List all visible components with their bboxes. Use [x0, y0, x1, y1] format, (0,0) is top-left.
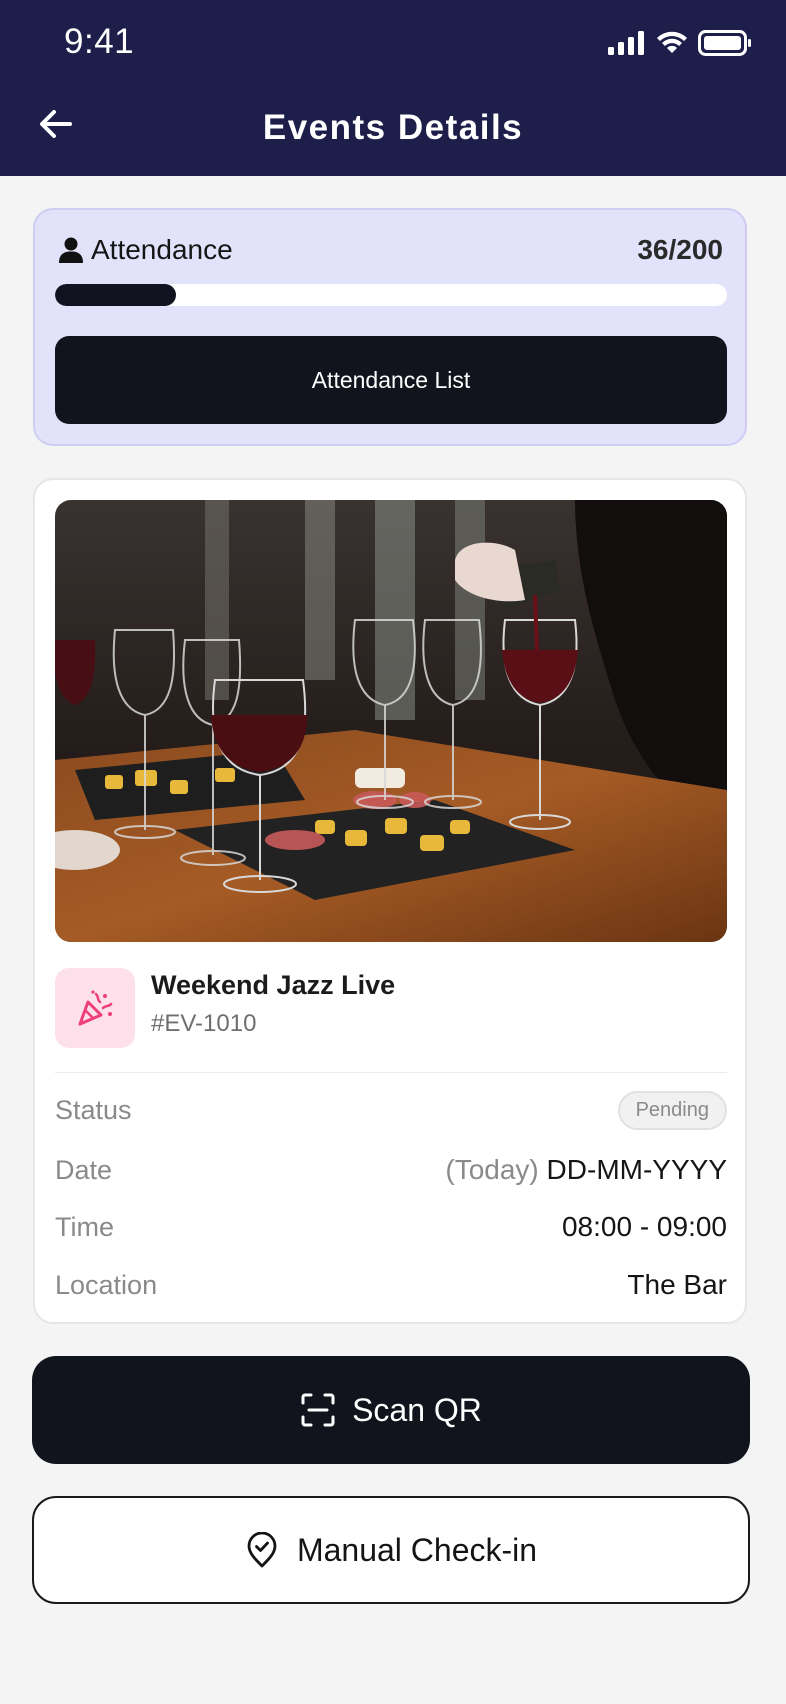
- location-value: The Bar: [627, 1269, 727, 1300]
- event-photo: [55, 500, 727, 942]
- battery-icon: [698, 30, 751, 56]
- scan-qr-button[interactable]: Scan QR: [32, 1356, 750, 1464]
- signal-icon: [608, 31, 644, 55]
- status-row: Status Pending: [55, 1090, 727, 1130]
- date-value-group: (Today) DD-MM-YYYY: [445, 1154, 727, 1186]
- attendance-card: Attendance 36/200 Attendance List: [33, 208, 747, 446]
- time-value: 08:00 - 09:00: [561, 1211, 727, 1242]
- date-row: Date (Today) DD-MM-YYYY: [55, 1150, 727, 1190]
- page-title: Events Details: [262, 108, 524, 147]
- app-header: 9:41 Events Details: [0, 0, 786, 176]
- attendance-list-button[interactable]: Attendance List: [55, 336, 727, 424]
- scan-qr-label: Scan QR: [352, 1391, 482, 1428]
- attendance-progress-bar: [55, 284, 727, 306]
- status-icons: [606, 30, 752, 56]
- location-row: Location The Bar: [55, 1265, 727, 1305]
- event-name: Weekend Jazz Live: [151, 970, 396, 1000]
- manual-check-in-button[interactable]: Manual Check-in: [32, 1496, 750, 1604]
- attendance-progress-fill: [55, 284, 176, 306]
- scan-qr-icon: [301, 1393, 335, 1427]
- user-icon: [59, 237, 83, 263]
- time-label: Time: [55, 1211, 114, 1242]
- manual-check-in-label: Manual Check-in: [296, 1531, 538, 1568]
- party-popper-icon: [78, 990, 113, 1026]
- status-badge: Pending: [617, 1090, 727, 1130]
- attendance-label-group: Attendance: [57, 234, 233, 266]
- attendance-count: 36/200: [637, 234, 723, 265]
- time-row: Time 08:00 - 09:00: [55, 1207, 727, 1247]
- status-label: Status: [55, 1094, 132, 1125]
- event-icon-badge: [55, 968, 135, 1048]
- status-time: 9:41: [64, 22, 135, 61]
- location-label: Location: [55, 1269, 158, 1300]
- event-id: #EV-1010: [151, 1010, 257, 1037]
- event-card: Weekend Jazz Live #EV-1010 Status Pendin…: [33, 478, 747, 1324]
- date-today-prefix: (Today): [445, 1154, 539, 1185]
- wifi-icon: [657, 31, 687, 53]
- attendance-label: Attendance: [91, 234, 233, 265]
- location-check-icon: [247, 1532, 277, 1568]
- date-label: Date: [55, 1154, 113, 1185]
- divider: [55, 1072, 727, 1073]
- date-value: DD-MM-YYYY: [546, 1154, 727, 1185]
